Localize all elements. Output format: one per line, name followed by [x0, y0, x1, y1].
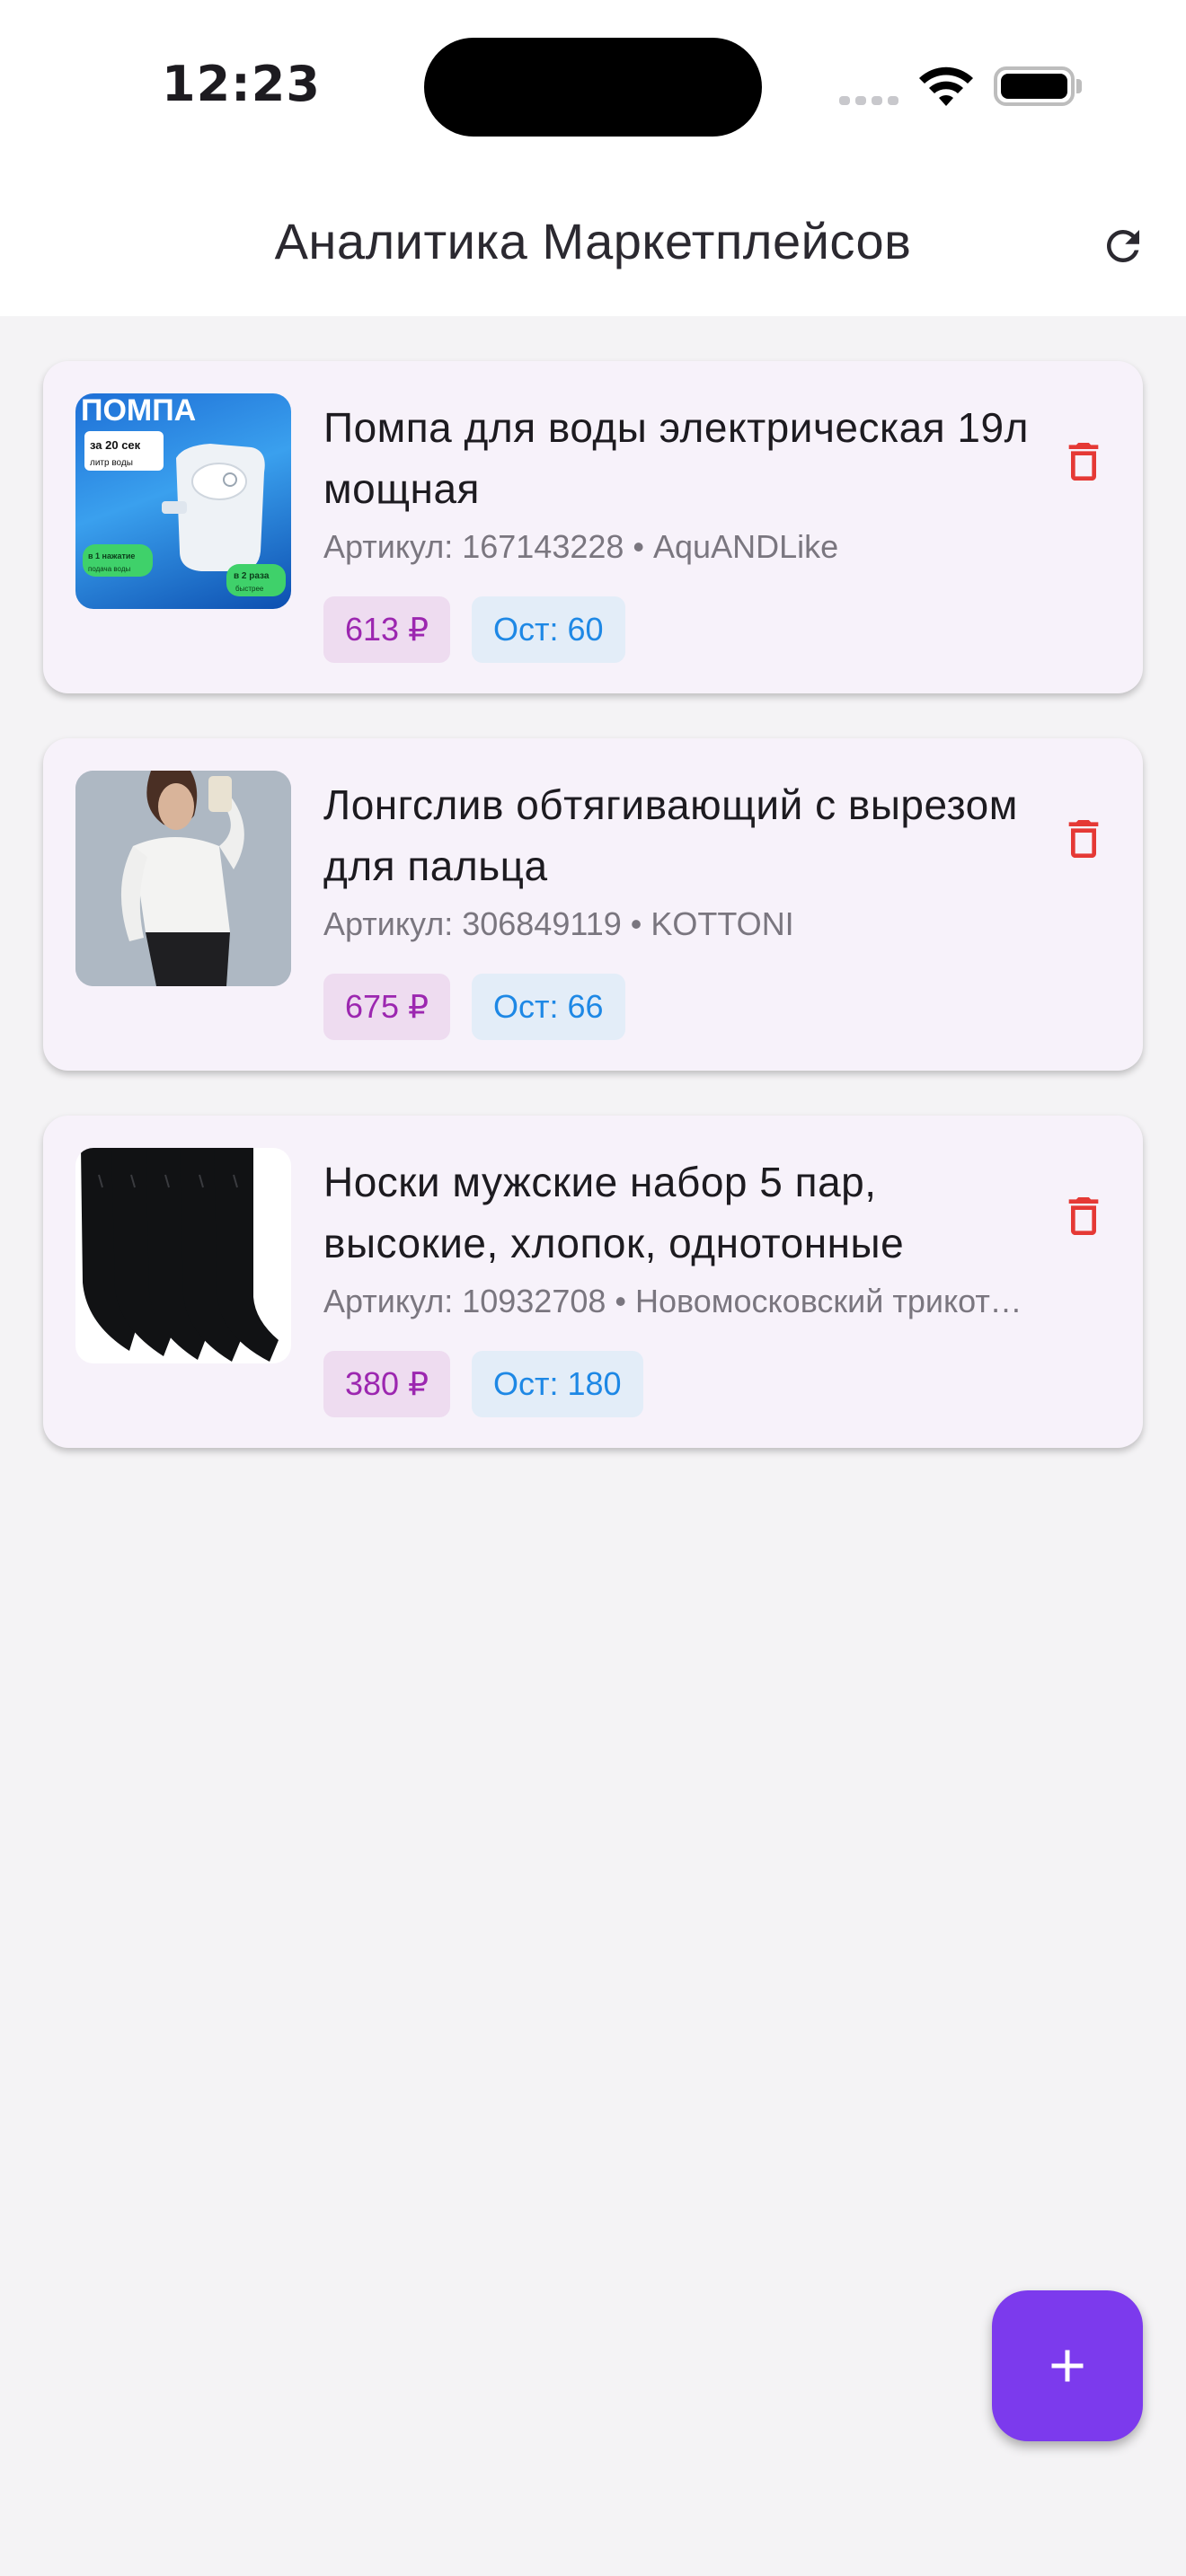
stock-chip: Ост: 180	[471, 1351, 643, 1417]
stock-chip: Ост: 60	[471, 596, 625, 663]
product-title: Лонгслив обтягивающий с вырезом для паль…	[323, 781, 1018, 889]
product-image	[75, 771, 291, 986]
thumb-badge-left: в 1 нажатие	[88, 551, 135, 560]
trash-icon	[1068, 443, 1099, 481]
product-image	[75, 1148, 291, 1363]
app-bar: Аналитика Маркетплейсов	[0, 180, 1186, 316]
battery-icon	[994, 66, 1082, 106]
product-image: ПОМПА за 20 сек литр воды в 1 нажатие по…	[75, 393, 291, 609]
product-meta: Артикул: 167143228 • AquANDLike	[323, 528, 839, 565]
product-title: Носки мужские набор 5 пар, высокие, хлоп…	[323, 1159, 905, 1266]
product-list: ПОМПА за 20 сек литр воды в 1 нажатие по…	[43, 361, 1143, 1493]
thumb-badge-top: за 20 сек	[90, 438, 141, 452]
trash-icon	[1068, 820, 1099, 858]
product-title: Помпа для воды электрическая 19л мощная	[323, 404, 1029, 512]
wifi-icon	[919, 66, 973, 106]
thumb-badge-right-sub: быстрее	[235, 585, 264, 593]
product-card[interactable]: Носки мужские набор 5 пар, высокие, хлоп…	[43, 1116, 1143, 1448]
price-chip: 380 ₽	[323, 1351, 450, 1417]
cellular-signal-icon	[839, 93, 904, 110]
plus-icon	[1051, 2350, 1084, 2382]
product-meta: Артикул: 10932708 • Новомосковский трико…	[323, 1283, 1024, 1319]
product-meta: Артикул: 306849119 • KOTTONI	[323, 905, 794, 942]
delete-button[interactable]	[1048, 426, 1120, 498]
status-bar: 12:23	[0, 0, 1186, 180]
trash-icon	[1068, 1197, 1099, 1235]
thumb-heading: ПОМПА	[81, 393, 196, 428]
product-card[interactable]: ПОМПА за 20 сек литр воды в 1 нажатие по…	[43, 361, 1143, 693]
add-product-button[interactable]	[992, 2290, 1143, 2441]
product-card[interactable]: Лонгслив обтягивающий с вырезом для паль…	[43, 738, 1143, 1071]
dynamic-island	[424, 38, 762, 137]
delete-button[interactable]	[1048, 1180, 1120, 1252]
price-chip: 675 ₽	[323, 974, 450, 1040]
socks-image	[81, 1148, 279, 1362]
page-title: Аналитика Маркетплейсов	[274, 213, 912, 269]
delete-button[interactable]	[1048, 803, 1120, 875]
pump-image: ПОМПА за 20 сек литр воды в 1 нажатие по…	[81, 393, 286, 596]
status-time: 12:23	[162, 56, 321, 112]
refresh-icon	[1107, 230, 1139, 262]
refresh-button[interactable]	[1087, 210, 1159, 282]
longsleeve-image	[75, 771, 291, 986]
thumb-badge-sub: литр воды	[90, 458, 133, 468]
thumb-badge-left-sub: подача воды	[88, 565, 130, 573]
price-chip: 613 ₽	[323, 596, 450, 663]
stock-chip: Ост: 66	[471, 974, 625, 1040]
thumb-badge-right: в 2 раза	[234, 571, 270, 581]
